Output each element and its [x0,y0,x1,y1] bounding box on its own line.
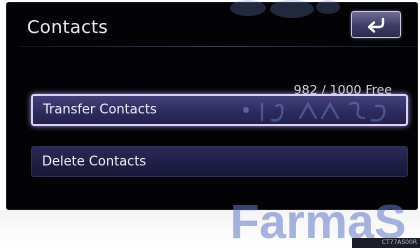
back-button[interactable] [351,11,401,38]
watermark-script [242,101,386,122]
image-code-badge: CT77AS00R [352,238,420,248]
back-arrow-icon [367,17,385,33]
watermark-blob [316,0,340,14]
header-divider [20,46,418,47]
watermark-blob [270,0,314,18]
transfer-contacts-label: Transfer Contacts [43,102,157,118]
watermark-blob [230,0,266,16]
delete-contacts-button[interactable]: Delete Contacts [31,146,408,177]
photo-frame: Contacts 982 / 1000 Free Transfer Contac… [0,0,420,248]
page-title: Contacts [27,17,109,38]
delete-contacts-label: Delete Contacts [42,154,147,169]
